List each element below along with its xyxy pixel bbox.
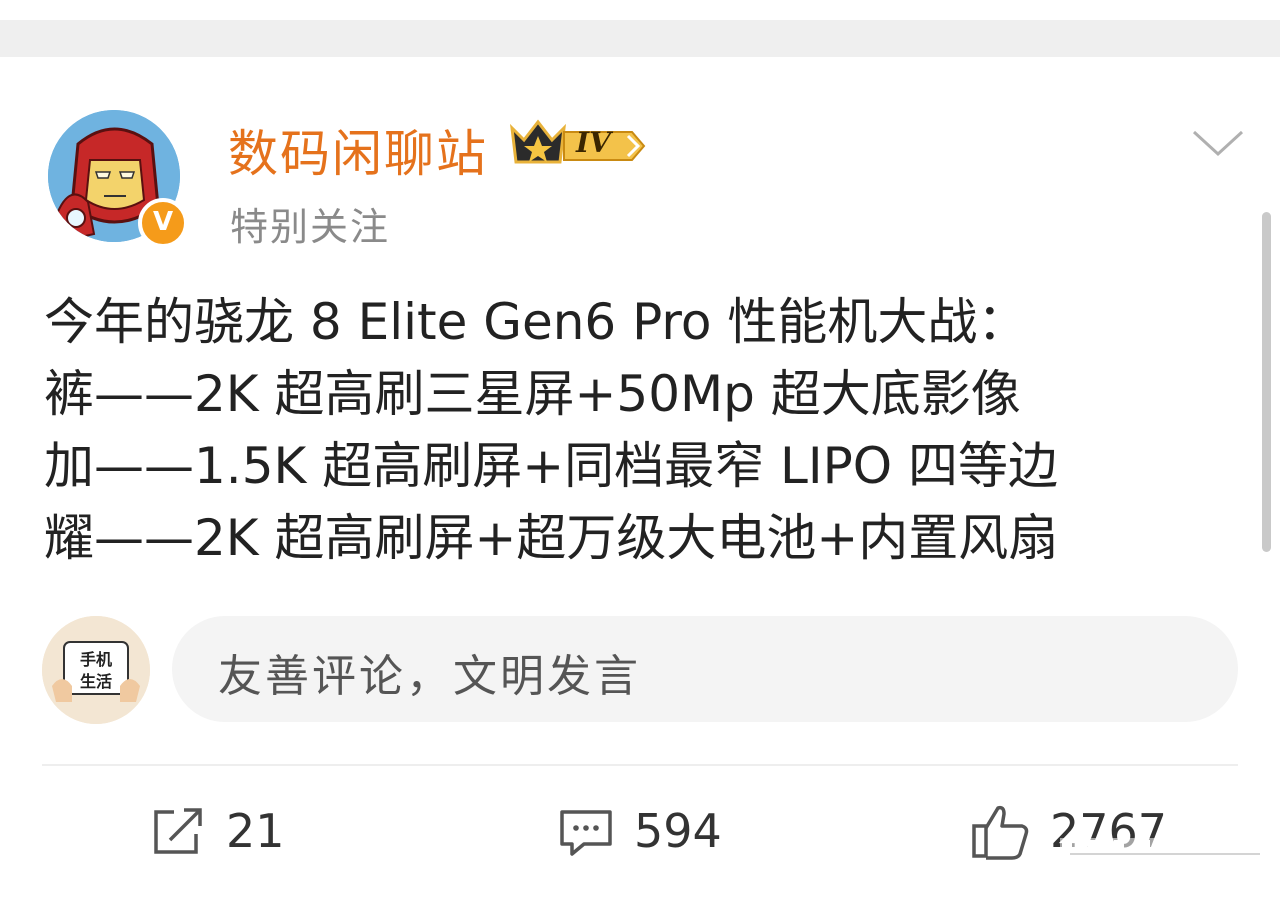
avatar-text-line: 手机: [80, 650, 113, 669]
status-area: [0, 0, 1280, 20]
username[interactable]: 数码闲聊站: [228, 114, 488, 186]
more-options-button[interactable]: [1190, 122, 1246, 162]
share-count: 21: [226, 804, 285, 858]
post-line: 裤——2K 超高刷三星屏+50Mp 超大底影像: [44, 365, 1021, 423]
current-user-avatar[interactable]: 手机 生活: [42, 616, 150, 724]
post-line: 耀——2K 超高刷屏+超万级大电池+内置风扇: [44, 509, 1059, 567]
chevron-down-icon: [1192, 130, 1244, 157]
comment-placeholder[interactable]: 友善评论，文明发言: [218, 640, 641, 704]
follow-status: 特别关注: [230, 205, 391, 249]
divider: [42, 764, 1238, 766]
post-line: 今年的骁龙 8 Elite Gen6 Pro 性能机大战：: [44, 293, 1028, 351]
comment-count: 594: [634, 804, 722, 858]
crown-level-badge[interactable]: IV: [508, 118, 648, 170]
comment-icon: [560, 810, 612, 856]
thumbs-up-icon: [972, 805, 1029, 860]
avatar-text-line: 生活: [80, 672, 113, 691]
share-icon: [154, 808, 202, 854]
overlay-mask: [1060, 820, 1280, 895]
scrollbar[interactable]: [1262, 212, 1271, 552]
comment-button[interactable]: 594: [558, 800, 738, 864]
verified-badge: V: [138, 198, 188, 248]
level-label: IV: [576, 126, 611, 159]
post-content: 今年的骁龙 8 Elite Gen6 Pro 性能机大战： 裤——2K 超高刷三…: [44, 286, 1244, 574]
share-button[interactable]: 21: [150, 800, 290, 864]
separator-band: [0, 20, 1280, 57]
overlay-pattern-icon: [1060, 838, 1280, 895]
post-line: 加——1.5K 超高刷屏+同档最窄 LIPO 四等边: [44, 437, 1058, 495]
